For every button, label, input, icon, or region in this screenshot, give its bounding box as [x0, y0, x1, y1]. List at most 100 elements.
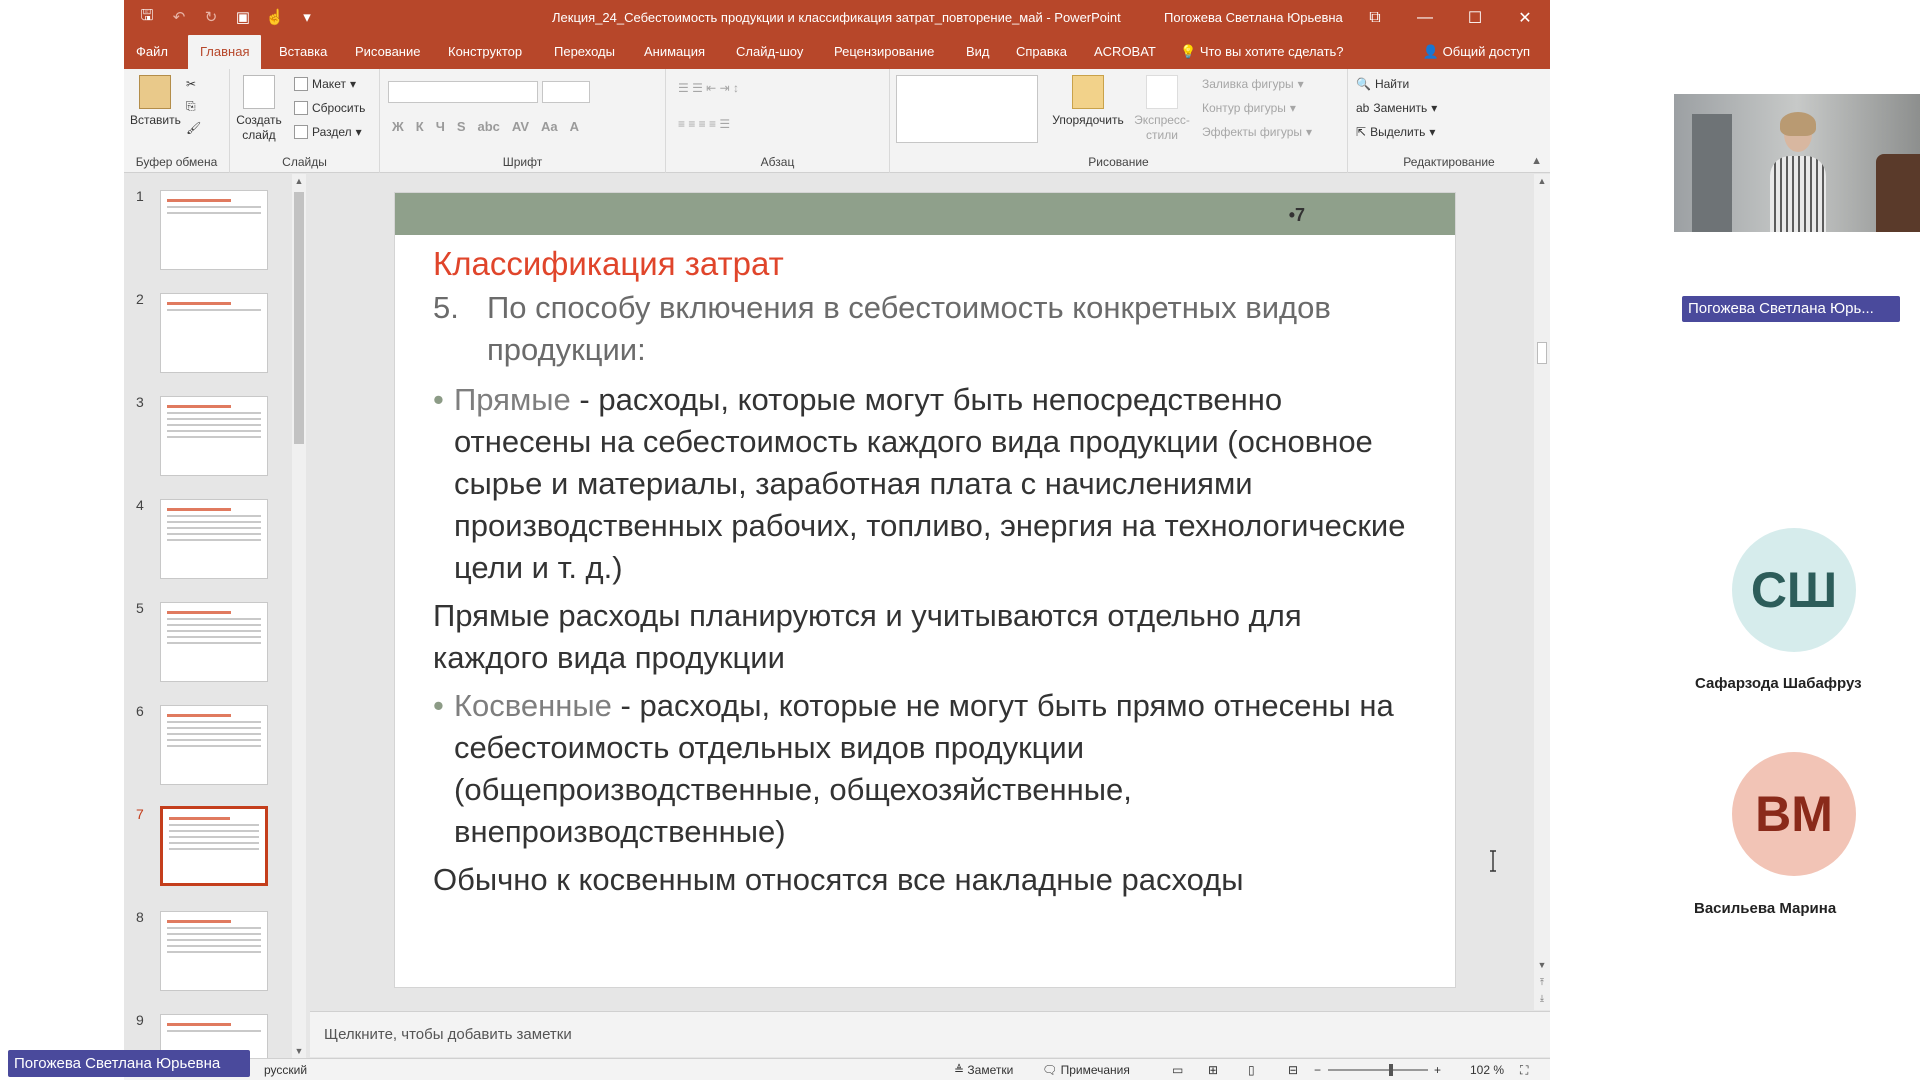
slide-body[interactable]: 5. По способу включения в себестоимость …	[433, 287, 1423, 907]
tab-slideshow[interactable]: Слайд-шоу	[724, 35, 815, 69]
slide-thumbnail-4[interactable]	[160, 499, 268, 579]
slide-thumbnail-1[interactable]	[160, 190, 268, 270]
next-slide-icon[interactable]: ⤓	[1535, 993, 1549, 1004]
tab-view[interactable]: Вид	[954, 35, 1002, 69]
collapse-ribbon-icon[interactable]: ▲	[1531, 155, 1542, 167]
tab-animations[interactable]: Анимация	[632, 35, 717, 69]
tell-me-box[interactable]: 💡 Что вы хотите сделать?	[1180, 35, 1344, 69]
slide-thumbnail-8[interactable]	[160, 911, 268, 991]
replace-button[interactable]: ab Заменить ▾	[1356, 101, 1437, 115]
slideshow-icon[interactable]: ⊟	[1288, 1063, 1298, 1077]
shape-outline-button[interactable]: Контур фигуры ▾	[1202, 101, 1296, 115]
font-color-button[interactable]: A	[570, 119, 579, 134]
underline-button[interactable]: Ч	[436, 119, 445, 134]
font-name-box[interactable]	[388, 81, 538, 103]
undo-icon[interactable]: ↶	[168, 6, 190, 28]
strikethrough-button[interactable]: abc	[478, 119, 500, 134]
share-button[interactable]: 👤 Общий доступ	[1423, 35, 1530, 69]
slide-thumbnail-7[interactable]	[160, 806, 268, 886]
cut-icon[interactable]: ✂	[186, 77, 196, 91]
shapes-gallery[interactable]	[896, 75, 1038, 143]
notes-pane[interactable]: Щелкните, чтобы добавить заметки	[310, 1011, 1550, 1057]
scroll-up-icon[interactable]: ▲	[292, 176, 306, 186]
current-slide[interactable]: •7 Классификация затрат 5. По способу вк…	[394, 192, 1456, 988]
slide-thumbnail-2[interactable]	[160, 293, 268, 373]
reset-button[interactable]: Сбросить	[294, 101, 365, 115]
slide-sorter-icon[interactable]: ⊞	[1208, 1063, 1218, 1077]
font-size-box[interactable]	[542, 81, 590, 103]
minimize-button[interactable]: —	[1400, 0, 1450, 35]
customize-qat-icon[interactable]: ▾	[296, 6, 318, 28]
format-painter-icon[interactable]: 🖌	[186, 121, 201, 135]
paste-button[interactable]: Вставить	[130, 75, 181, 128]
tab-insert[interactable]: Вставка	[267, 35, 339, 69]
copy-icon[interactable]: ⎘	[186, 99, 196, 114]
slide-thumbnail-6[interactable]	[160, 705, 268, 785]
bullets-icon[interactable]: ☰ ☰ ⇤ ⇥ ↕	[678, 81, 739, 95]
align-icon[interactable]: ≡ ≡ ≡ ≡ ☰	[678, 117, 730, 131]
thumb-number: 7	[136, 806, 144, 822]
bold-button[interactable]: Ж	[392, 119, 404, 134]
zoom-slider-knob[interactable]	[1389, 1064, 1393, 1076]
tab-help[interactable]: Справка	[1004, 35, 1079, 69]
section-label: Раздел	[312, 125, 352, 139]
participant-avatar[interactable]: ВМ	[1732, 752, 1856, 876]
zoom-level[interactable]: 102 %	[1470, 1063, 1504, 1077]
group-paragraph: ☰ ☰ ⇤ ⇥ ↕ ≡ ≡ ≡ ≡ ☰ Абзац	[666, 69, 890, 173]
ribbon-display-options-icon[interactable]: ⧉	[1350, 0, 1400, 35]
comments-toggle[interactable]: 🗨 Примечания	[1042, 1063, 1130, 1077]
select-button[interactable]: ⇱ Выделить ▾	[1356, 125, 1435, 139]
scroll-down-icon[interactable]: ▼	[292, 1046, 306, 1056]
zoom-in-icon[interactable]: +	[1434, 1063, 1441, 1077]
participant-avatar[interactable]: СШ	[1732, 528, 1856, 652]
quick-styles-button[interactable]: Экспресс-стили	[1130, 75, 1194, 143]
slide-scrollbar[interactable]: ▲ ▼ ⤒ ⤓	[1534, 174, 1550, 1010]
layout-label: Макет	[312, 77, 346, 91]
layout-button[interactable]: Макет ▾	[294, 77, 356, 91]
tab-file[interactable]: Файл	[124, 35, 180, 69]
tab-home[interactable]: Главная	[188, 35, 262, 69]
redo-icon[interactable]: ↻	[200, 6, 222, 28]
maximize-button[interactable]: ☐	[1450, 0, 1500, 35]
document-title: Лекция_24_Себестоимость продукции и клас…	[552, 10, 1121, 25]
tab-design[interactable]: Конструктор	[436, 35, 534, 69]
slide-thumbnail-3[interactable]	[160, 396, 268, 476]
slide-scroll-thumb[interactable]	[1537, 342, 1547, 364]
find-button[interactable]: 🔍 Найти	[1356, 77, 1409, 91]
new-slide-button[interactable]: Создать слайд	[234, 75, 284, 143]
reading-view-icon[interactable]: ▯	[1248, 1063, 1255, 1077]
group-label-paragraph: Абзац	[760, 155, 795, 169]
tab-acrobat[interactable]: ACROBAT	[1082, 35, 1168, 69]
arrange-button[interactable]: Упорядочить	[1050, 75, 1126, 128]
italic-button[interactable]: К	[416, 119, 424, 134]
scroll-up-icon[interactable]: ▲	[1535, 176, 1549, 186]
thumbnails-scroll-thumb[interactable]	[294, 192, 304, 444]
thumbnails-scrollbar[interactable]: ▲ ▼	[292, 174, 306, 1058]
char-spacing-button[interactable]: AV	[512, 119, 529, 134]
notes-toggle[interactable]: ≜ Заметки	[954, 1063, 1013, 1077]
present-icon[interactable]: ▣	[232, 6, 254, 28]
close-button[interactable]: ✕	[1500, 0, 1550, 35]
zoom-slider[interactable]	[1328, 1069, 1428, 1071]
section-button[interactable]: Раздел ▾	[294, 125, 362, 139]
shadow-button[interactable]: S	[457, 119, 466, 134]
language-indicator[interactable]: русский	[264, 1063, 307, 1077]
slide-thumbnail-5[interactable]	[160, 602, 268, 682]
previous-slide-icon[interactable]: ⤒	[1535, 977, 1549, 988]
ribbon-tabs: Файл Главная Вставка Рисование Конструкт…	[124, 35, 1550, 69]
touch-mode-icon[interactable]: ☝	[264, 6, 286, 28]
shape-effects-button[interactable]: Эффекты фигуры ▾	[1202, 125, 1312, 139]
tab-transitions[interactable]: Переходы	[542, 35, 627, 69]
change-case-button[interactable]: Aa	[541, 119, 558, 134]
quick-styles-icon	[1146, 75, 1178, 109]
signed-in-user[interactable]: Погожева Светлана Юрьевна	[1164, 10, 1343, 25]
shape-fill-button[interactable]: Заливка фигуры ▾	[1202, 77, 1304, 91]
save-icon[interactable]: 🖫	[136, 6, 158, 28]
fit-to-window-icon[interactable]: ⛶	[1520, 1063, 1528, 1078]
slide-title[interactable]: Классификация затрат	[433, 245, 784, 283]
zoom-out-icon[interactable]: −	[1314, 1063, 1321, 1077]
normal-view-icon[interactable]: ▭	[1172, 1063, 1183, 1077]
tab-review[interactable]: Рецензирование	[822, 35, 946, 69]
scroll-down-icon[interactable]: ▼	[1535, 960, 1549, 970]
tab-draw[interactable]: Рисование	[343, 35, 432, 69]
